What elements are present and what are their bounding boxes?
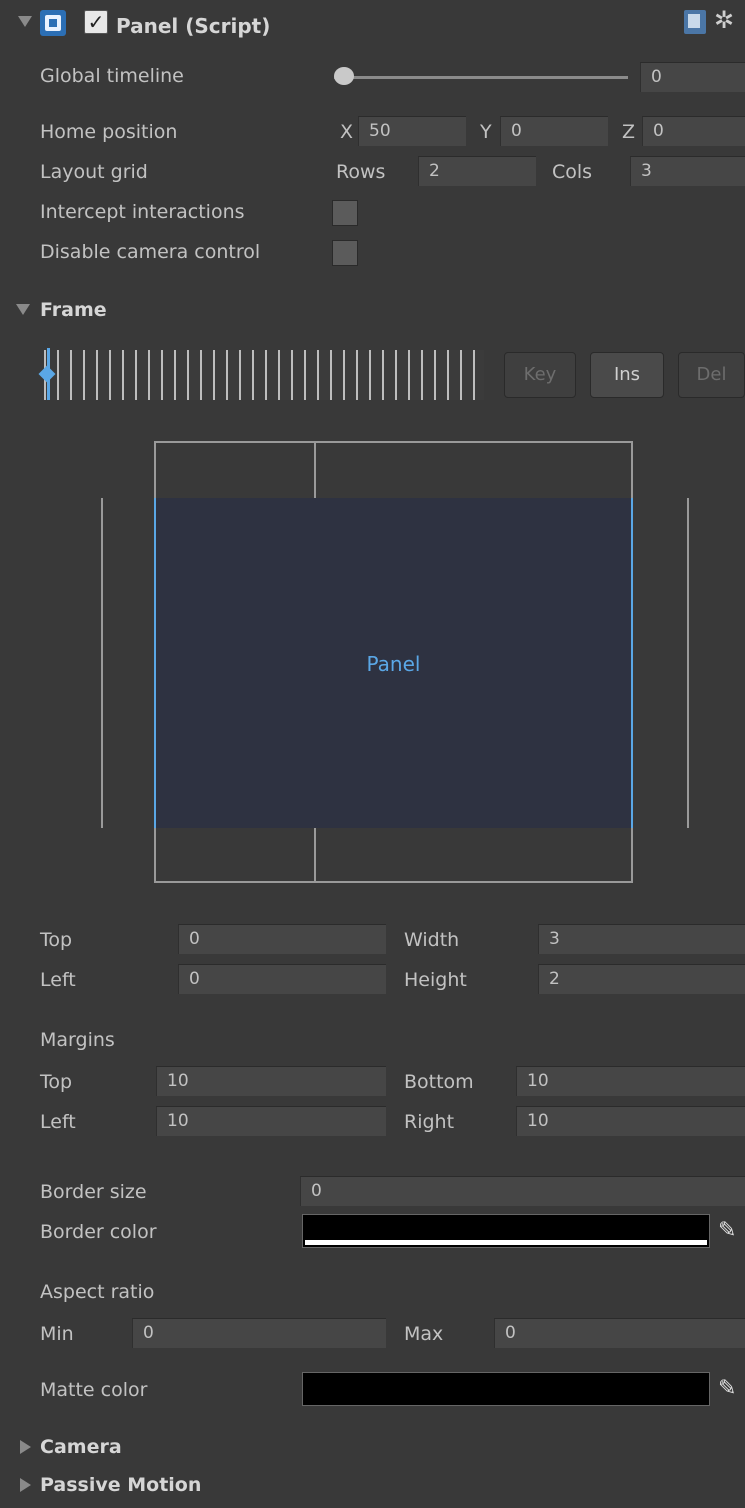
- cols-label: Cols: [552, 161, 593, 183]
- aspect-ratio-label: Aspect ratio: [40, 1281, 155, 1303]
- script-icon: [40, 10, 66, 36]
- height-label: Height: [404, 969, 467, 991]
- grid-divider-top: [314, 441, 316, 498]
- border-color-swatch[interactable]: [302, 1214, 710, 1248]
- rows-label: Rows: [336, 161, 386, 183]
- min-field[interactable]: 0: [132, 1318, 386, 1348]
- passive-motion-section-title[interactable]: Passive Motion: [40, 1473, 201, 1497]
- margin-top-label: Top: [40, 1071, 73, 1093]
- home-z-label: Z: [622, 121, 636, 143]
- keyframe-strip[interactable]: [44, 350, 484, 400]
- global-timeline-label: Global timeline: [40, 65, 184, 87]
- top-field[interactable]: 0: [178, 924, 386, 954]
- left-field[interactable]: 0: [178, 964, 386, 994]
- margin-top-field[interactable]: 10: [156, 1066, 386, 1096]
- key-button[interactable]: Key: [504, 352, 576, 398]
- max-label: Max: [404, 1323, 444, 1345]
- enabled-checkbox[interactable]: ✓: [84, 10, 108, 34]
- grid-divider-bottom: [314, 828, 316, 883]
- disable-camera-control-checkbox[interactable]: [332, 240, 358, 266]
- border-size-field[interactable]: 0: [300, 1176, 745, 1206]
- border-color-label: Border color: [40, 1221, 157, 1243]
- home-y-field[interactable]: 0: [500, 116, 608, 146]
- camera-foldout-icon[interactable]: [20, 1440, 31, 1454]
- ins-button[interactable]: Ins: [590, 352, 664, 398]
- rows-field[interactable]: 2: [418, 156, 536, 186]
- home-z-field[interactable]: 0: [642, 116, 745, 146]
- margin-right-label: Right: [404, 1111, 455, 1133]
- panel-preview-label: Panel: [366, 652, 421, 676]
- border-size-label: Border size: [40, 1181, 147, 1203]
- margin-bottom-label: Bottom: [404, 1071, 474, 1093]
- camera-section-title[interactable]: Camera: [40, 1435, 122, 1459]
- width-field[interactable]: 3: [538, 924, 745, 954]
- max-field[interactable]: 0: [494, 1318, 745, 1348]
- home-x-field[interactable]: 50: [358, 116, 466, 146]
- matte-color-swatch[interactable]: [302, 1372, 710, 1406]
- margin-right-field[interactable]: 10: [516, 1106, 745, 1136]
- min-label: Min: [40, 1323, 74, 1345]
- margin-left-label: Left: [40, 1111, 76, 1133]
- help-book-icon[interactable]: [684, 10, 706, 34]
- home-y-label: Y: [480, 121, 492, 143]
- margins-label: Margins: [40, 1029, 115, 1051]
- global-timeline-value[interactable]: 0: [640, 62, 745, 92]
- left-label: Left: [40, 969, 76, 991]
- slider-thumb[interactable]: [334, 67, 354, 85]
- slider-track: [334, 76, 628, 79]
- margin-bottom-field[interactable]: 10: [516, 1066, 745, 1096]
- margin-left-field[interactable]: 10: [156, 1106, 386, 1136]
- height-field[interactable]: 2: [538, 964, 745, 994]
- global-timeline-slider[interactable]: [334, 67, 628, 85]
- top-label: Top: [40, 929, 73, 951]
- passive-motion-foldout-icon[interactable]: [20, 1478, 31, 1492]
- width-label: Width: [404, 929, 460, 951]
- layout-grid-label: Layout grid: [40, 161, 148, 183]
- gear-icon[interactable]: ✲: [714, 6, 734, 34]
- foldout-expanded-icon[interactable]: [18, 16, 32, 27]
- matte-color-label: Matte color: [40, 1379, 148, 1401]
- cols-field[interactable]: 3: [630, 156, 745, 186]
- disable-camera-control-label: Disable camera control: [40, 241, 261, 263]
- intercept-interactions-checkbox[interactable]: [332, 200, 358, 226]
- frame-foldout-icon[interactable]: [16, 304, 30, 315]
- component-title: Panel (Script): [116, 14, 271, 38]
- border-eyedropper-icon[interactable]: ✎: [718, 1218, 736, 1243]
- home-x-label: X: [340, 121, 354, 143]
- screen-edge-left: [101, 498, 103, 828]
- frame-section-title: Frame: [40, 299, 107, 321]
- matte-eyedropper-icon[interactable]: ✎: [718, 1376, 736, 1401]
- intercept-interactions-label: Intercept interactions: [40, 201, 245, 223]
- screen-edge-right: [687, 498, 689, 828]
- del-button[interactable]: Del: [678, 352, 745, 398]
- home-position-label: Home position: [40, 121, 178, 143]
